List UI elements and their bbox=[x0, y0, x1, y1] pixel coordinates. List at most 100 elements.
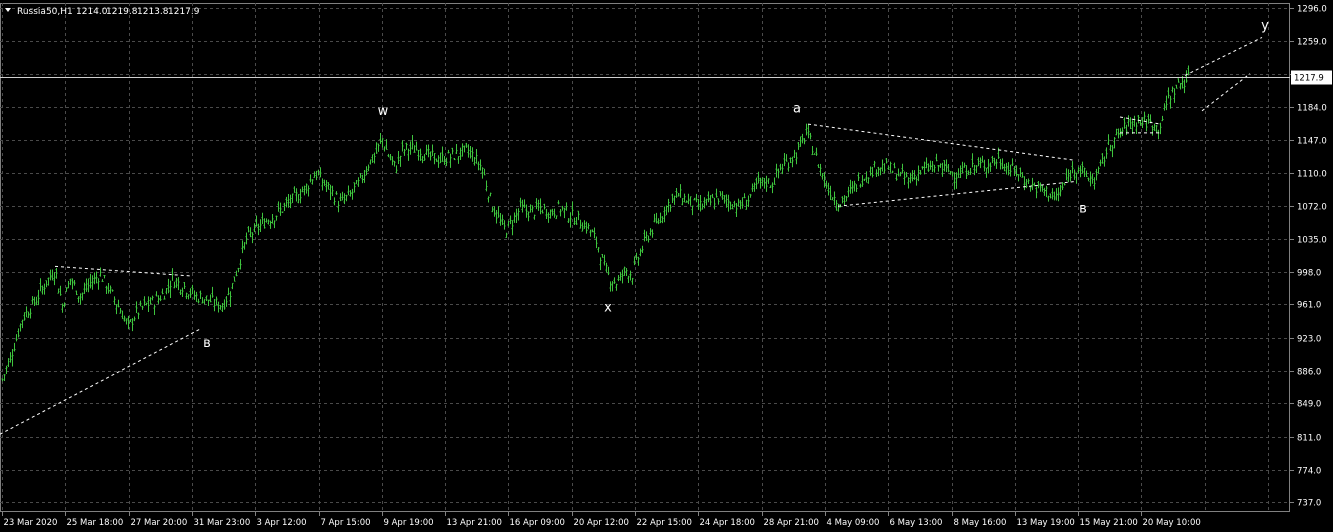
price-bar bbox=[131, 318, 134, 332]
price-bar bbox=[1113, 137, 1116, 149]
price-bar bbox=[795, 152, 798, 165]
price-bar bbox=[577, 210, 580, 221]
price-bar bbox=[113, 296, 116, 306]
x-tick-label: 27 Mar 20:00 bbox=[131, 518, 188, 528]
price-bar bbox=[1147, 113, 1150, 124]
price-bar bbox=[405, 142, 408, 150]
price-bar bbox=[709, 195, 712, 206]
price-bar bbox=[341, 191, 344, 201]
high-value: 1219.8 bbox=[106, 7, 138, 17]
price-bar bbox=[947, 163, 950, 173]
price-bar bbox=[989, 162, 992, 172]
price-bar bbox=[1065, 168, 1068, 181]
price-bar bbox=[399, 155, 402, 167]
price-bar bbox=[369, 159, 372, 165]
close-value: 1217.9 bbox=[168, 7, 200, 17]
price-bar bbox=[1133, 115, 1136, 127]
price-bar bbox=[735, 203, 738, 217]
price-bar bbox=[1075, 172, 1078, 184]
price-bar bbox=[625, 268, 628, 276]
price-bar bbox=[21, 319, 24, 329]
price-bar bbox=[491, 206, 494, 213]
dropdown-triangle-icon[interactable] bbox=[5, 8, 11, 12]
price-bar bbox=[239, 259, 242, 270]
price-bar bbox=[1131, 120, 1134, 134]
price-bar bbox=[367, 164, 370, 172]
x-tick-label: 28 Apr 21:00 bbox=[764, 518, 819, 528]
price-bar bbox=[847, 186, 850, 198]
price-bar bbox=[919, 170, 922, 175]
price-bar bbox=[981, 155, 984, 163]
price-bar bbox=[851, 181, 854, 194]
price-bar bbox=[581, 222, 584, 232]
price-bar bbox=[929, 160, 932, 170]
price-bar bbox=[743, 193, 746, 199]
price-bar bbox=[163, 295, 166, 300]
chart-info-header[interactable]: Russia50,H1 1214.0 1219.8 1213.8 1217.9 bbox=[5, 7, 200, 17]
price-bar bbox=[1135, 122, 1138, 134]
price-bar bbox=[87, 278, 90, 293]
price-bar bbox=[971, 153, 974, 168]
price-bar bbox=[931, 161, 934, 173]
price-bar bbox=[23, 312, 26, 321]
price-bar bbox=[353, 182, 356, 193]
price-bar bbox=[773, 177, 776, 185]
price-bar bbox=[179, 289, 182, 295]
price-bar bbox=[685, 200, 688, 203]
price-bar bbox=[987, 158, 990, 174]
price-bar bbox=[1045, 185, 1048, 198]
price-bar bbox=[885, 158, 888, 164]
wave-label: w bbox=[378, 104, 389, 119]
trendline bbox=[1184, 37, 1263, 76]
price-bar bbox=[789, 157, 792, 164]
x-tick-label: 22 Apr 15:00 bbox=[637, 518, 692, 528]
price-bar bbox=[447, 149, 450, 154]
price-bar bbox=[493, 206, 496, 217]
price-bar bbox=[227, 287, 230, 296]
price-bar bbox=[37, 289, 40, 306]
price-bar bbox=[1077, 166, 1080, 174]
price-bar bbox=[1173, 88, 1176, 103]
price-bar bbox=[831, 197, 834, 201]
price-bar bbox=[511, 220, 514, 236]
price-bar bbox=[1049, 193, 1052, 199]
price-bar bbox=[945, 159, 948, 173]
price-bar bbox=[949, 170, 952, 175]
price-bar bbox=[305, 183, 308, 194]
price-bar bbox=[471, 147, 474, 162]
price-bar bbox=[1051, 188, 1054, 200]
price-bar bbox=[579, 219, 582, 229]
price-bar bbox=[1145, 119, 1148, 132]
price-bar bbox=[1005, 162, 1008, 175]
price-chart: wxaввy 1296.01259.01222.01184.01147.0111… bbox=[0, 3, 1332, 528]
price-bar bbox=[361, 174, 364, 184]
price-bar bbox=[193, 290, 196, 300]
price-bar bbox=[1161, 115, 1164, 122]
price-bar bbox=[751, 183, 754, 192]
price-bar bbox=[303, 185, 306, 196]
price-bar bbox=[375, 142, 378, 154]
price-bar bbox=[459, 147, 462, 160]
price-bar bbox=[791, 156, 794, 168]
price-bar bbox=[207, 299, 210, 307]
price-bar bbox=[267, 219, 270, 225]
price-bar bbox=[51, 269, 54, 281]
price-bar bbox=[167, 278, 170, 294]
price-bar bbox=[993, 157, 996, 166]
y-tick-label: 774.0 bbox=[1297, 467, 1321, 477]
price-bar bbox=[495, 209, 498, 224]
price-bar bbox=[133, 316, 136, 322]
price-bar bbox=[647, 235, 650, 243]
price-bar bbox=[627, 275, 630, 283]
price-bar bbox=[915, 176, 918, 186]
price-bar bbox=[1071, 161, 1074, 174]
price-bar bbox=[123, 315, 126, 322]
price-bar bbox=[893, 162, 896, 169]
price-bar bbox=[497, 206, 500, 218]
price-bar bbox=[793, 149, 796, 159]
price-bar bbox=[657, 218, 660, 225]
price-bar bbox=[465, 142, 468, 148]
price-bar bbox=[613, 277, 616, 284]
price-bar bbox=[689, 196, 692, 206]
x-tick-label: 13 May 19:00 bbox=[1017, 518, 1075, 528]
